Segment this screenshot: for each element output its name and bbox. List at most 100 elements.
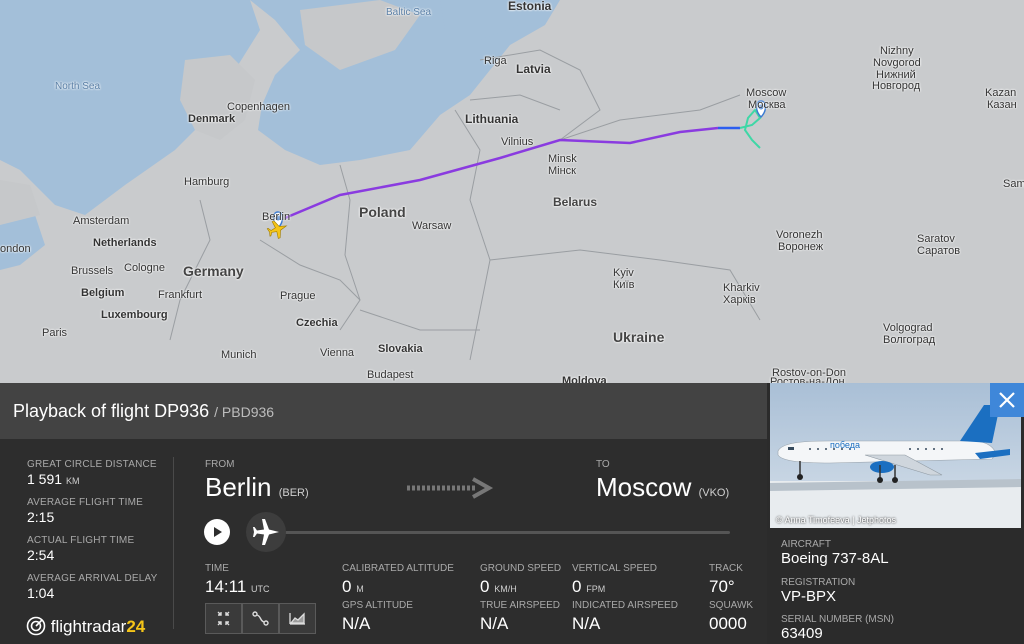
label-london-partial: ondon: [0, 243, 31, 255]
label-kazan-local: Казан: [987, 99, 1017, 111]
aircraft-photo[interactable]: победа © Anna Timofeeva | Jetphotos: [770, 383, 1021, 528]
label-vienna: Vienna: [320, 347, 355, 359]
label-cologne: Cologne: [124, 262, 165, 274]
label-frankfurt: Frankfurt: [158, 289, 203, 301]
time-label: TIME: [205, 563, 229, 574]
avg-flight-time-value: 2:15: [27, 509, 55, 525]
origin: Berlin (BER): [205, 472, 309, 503]
squawk-value: 0000: [709, 614, 747, 633]
label-ukraine: Ukraine: [613, 329, 665, 345]
label-vilnius: Vilnius: [501, 136, 534, 148]
play-button[interactable]: [204, 519, 230, 545]
vertical-speed-label: VERTICAL SPEED: [572, 563, 658, 574]
to-label: TO: [596, 459, 610, 470]
playback-title: Playback of flight DP936 / PBD936: [13, 401, 274, 422]
label-berlin: Berlin: [262, 211, 291, 223]
indicated-airspeed-label: INDICATED AIRSPEED: [572, 600, 678, 611]
label-riga: Riga: [484, 55, 507, 67]
plane-scrubber-icon: [253, 519, 279, 545]
label-slovakia: Slovakia: [378, 343, 423, 355]
flightradar24-logo[interactable]: flightradar24: [26, 616, 145, 637]
squawk-label: SQUAWK: [709, 600, 754, 611]
label-belarus: Belarus: [553, 195, 598, 209]
label-budapest: Budapest: [367, 369, 414, 381]
label-denmark: Denmark: [188, 113, 236, 125]
close-icon: [999, 392, 1015, 408]
vertical-speed-value: 0 FPM: [572, 577, 605, 597]
callsign-subtitle: / PBD936: [214, 404, 275, 420]
label-kharkiv-local: Харків: [723, 294, 756, 306]
aircraft-label: AIRCRAFT: [781, 539, 831, 550]
label-minsk-local: Мінск: [548, 165, 576, 177]
aircraft-photo-image: победа: [770, 383, 1021, 528]
actual-flight-time-label: ACTUAL FLIGHT TIME: [27, 535, 135, 546]
close-button[interactable]: [990, 383, 1024, 417]
ground-speed-label: GROUND SPEED: [480, 563, 562, 574]
cal-alt-label: CALIBRATED ALTITUDE: [342, 563, 454, 574]
brand-number: 24: [126, 617, 146, 636]
true-airspeed-value: N/A: [480, 614, 509, 633]
serial-label: SERIAL NUMBER (MSN): [781, 614, 894, 625]
label-nizhny: Nizhny: [880, 45, 914, 57]
fit-map-button[interactable]: [205, 603, 242, 634]
label-luxembourg: Luxembourg: [101, 309, 168, 321]
aircraft-panel: победа © Anna Timofeeva | Jetphotos AIRC…: [767, 383, 1024, 644]
label-kyiv: Kyiv: [613, 267, 634, 279]
stats-divider: [173, 457, 174, 629]
label-czechia: Czechia: [296, 317, 338, 329]
avg-arrival-delay-value: 1:04: [27, 585, 55, 601]
great-circle-number: 1 591: [27, 471, 63, 487]
play-icon: [214, 527, 222, 537]
actual-flight-time-value: 2:54: [27, 547, 55, 563]
serial-value: 63409: [781, 625, 823, 642]
indicated-airspeed-value: N/A: [572, 614, 601, 633]
label-kazan: Kazan: [985, 87, 1017, 99]
vertical-speed-number: 0: [572, 577, 582, 596]
origin-code: (BER): [278, 487, 309, 499]
radar-icon: [26, 616, 46, 636]
playback-panel: Playback of flight DP936 / PBD936 GREAT …: [0, 383, 767, 644]
label-kyiv-local: Київ: [613, 279, 635, 291]
label-copenhagen: Copenhagen: [227, 101, 291, 113]
label-sam: Sam: [1003, 178, 1024, 190]
route-button[interactable]: [242, 603, 279, 634]
label-moscow-local: Москва: [748, 99, 786, 111]
from-label: FROM: [205, 459, 235, 470]
time-unit: UTC: [251, 584, 270, 594]
label-estonia: Estonia: [508, 0, 552, 13]
gps-alt-value: N/A: [342, 614, 371, 633]
label-germany: Germany: [183, 263, 244, 279]
route-icon: [252, 611, 269, 626]
destination: Moscow (VKO): [596, 472, 729, 503]
label-kharkiv: Kharkiv: [723, 282, 760, 294]
label-novgorod: Novgorod: [873, 57, 921, 69]
label-saratov: Saratov: [917, 233, 955, 245]
label-moscow: Moscow: [746, 87, 787, 99]
ground-speed-unit: KM/H: [494, 584, 517, 594]
photo-credit[interactable]: © Anna Timofeeva | Jetphotos: [776, 515, 896, 525]
aircraft-value: Boeing 737-8AL: [781, 550, 889, 567]
true-airspeed-label: TRUE AIRSPEED: [480, 600, 561, 611]
label-paris: Paris: [42, 327, 68, 339]
altitude-graph-button[interactable]: [279, 603, 316, 634]
great-circle-unit: KM: [65, 476, 80, 486]
playback-progress-track[interactable]: [285, 531, 730, 534]
time-value: 14:11 UTC: [205, 577, 270, 597]
label-north-sea: North Sea: [55, 81, 101, 92]
label-voronezh-local: Воронеж: [778, 241, 824, 253]
playback-scrubber[interactable]: [246, 512, 286, 552]
label-latvia: Latvia: [516, 62, 551, 76]
label-hamburg: Hamburg: [184, 176, 230, 188]
avg-flight-time-label: AVERAGE FLIGHT TIME: [27, 497, 144, 508]
label-baltic-sea: Baltic Sea: [386, 7, 432, 18]
label-poland: Poland: [359, 204, 406, 220]
label-brussels: Brussels: [71, 265, 114, 277]
label-volgograd-local: Волгоград: [883, 334, 936, 346]
cal-alt-number: 0: [342, 577, 352, 596]
playback-title-text: Playback of flight DP936: [13, 401, 210, 421]
registration-label: REGISTRATION: [781, 577, 856, 588]
great-circle-value: 1 591 KM: [27, 471, 79, 487]
cal-alt-value: 0 M: [342, 577, 364, 597]
label-netherlands: Netherlands: [93, 237, 157, 249]
label-minsk: Minsk: [548, 153, 577, 165]
